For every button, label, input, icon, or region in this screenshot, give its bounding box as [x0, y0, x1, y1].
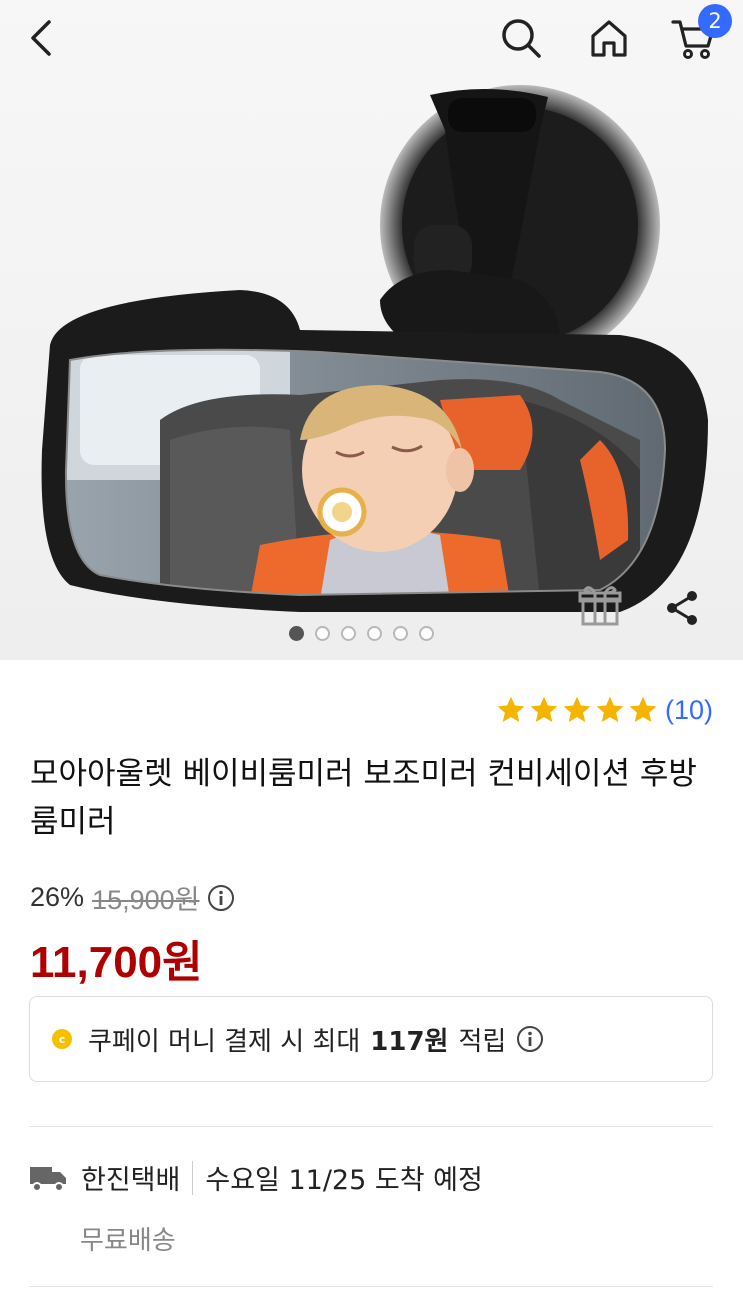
gift-button[interactable]: [577, 582, 623, 628]
coupay-reward-box[interactable]: c 쿠페이 머니 결제 시 최대 117원 적립: [29, 996, 713, 1082]
truck-icon: [30, 1166, 66, 1192]
sale-price: 11,700원: [30, 938, 203, 987]
star-icon: [530, 696, 558, 722]
info-icon[interactable]: [516, 1025, 544, 1053]
section-divider: [29, 1286, 713, 1287]
star-icon: [596, 696, 624, 722]
shipping-info: 한진택배 수요일 11/25 도착 예정: [29, 1158, 483, 1197]
pagination-dot[interactable]: [315, 626, 330, 641]
cart-count-badge: 2: [698, 4, 732, 38]
info-icon[interactable]: [207, 884, 235, 912]
back-button[interactable]: [18, 14, 66, 62]
search-button[interactable]: [497, 14, 545, 62]
gallery-pagination: [289, 626, 434, 641]
shipping-carrier: 한진택배: [81, 1165, 181, 1196]
review-count-link[interactable]: (10): [665, 695, 713, 726]
coupay-text: 쿠페이 머니 결제 시 최대: [88, 1026, 361, 1057]
gift-icon: [578, 586, 622, 626]
rating-stars: [495, 694, 659, 726]
product-image-gallery[interactable]: [0, 0, 743, 660]
coupay-reward-amount: 117원: [370, 1026, 449, 1057]
shipping-fee: 무료배송: [80, 1226, 176, 1256]
top-navigation-bar: 2: [0, 0, 743, 80]
original-price: 15,900원: [92, 885, 200, 915]
section-divider: [29, 1126, 713, 1127]
star-icon: [497, 696, 525, 722]
share-button[interactable]: [663, 588, 703, 628]
product-title: 모아아울렛 베이비룸미러 보조미러 컨비세이션 후방룸미러: [30, 756, 697, 840]
pagination-dot[interactable]: [367, 626, 382, 641]
discount-row: 26% 15,900원: [30, 878, 235, 917]
pagination-dot[interactable]: [341, 626, 356, 641]
star-icon: [563, 696, 591, 722]
chevron-left-icon: [31, 20, 51, 56]
home-icon: [591, 20, 627, 57]
discount-rate: 26%: [30, 882, 85, 912]
star-icon: [629, 696, 657, 722]
arrival-date: 수요일 11/25 도착 예정: [205, 1165, 483, 1196]
pagination-dot[interactable]: [289, 626, 304, 641]
coupay-coin-icon: c: [52, 1029, 72, 1049]
product-photo: [0, 0, 743, 660]
home-button[interactable]: [585, 14, 633, 62]
shipping-separator: [192, 1160, 194, 1195]
coupay-text-suffix: 적립: [458, 1026, 507, 1057]
search-icon: [502, 19, 541, 58]
product-rating[interactable]: (10): [495, 694, 713, 726]
pagination-dot[interactable]: [393, 626, 408, 641]
share-icon: [667, 591, 697, 625]
pagination-dot[interactable]: [419, 626, 434, 641]
